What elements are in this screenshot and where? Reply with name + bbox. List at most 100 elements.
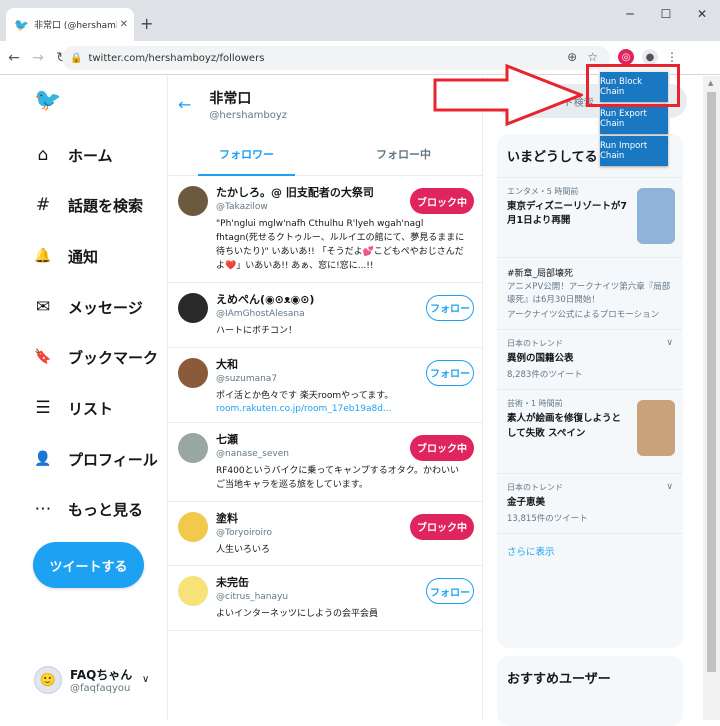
blocked-button[interactable]: ブロック中 xyxy=(410,434,474,461)
show-more-link[interactable]: さらに表示 xyxy=(497,534,683,568)
twitter-favicon-icon: 🐦 xyxy=(14,17,29,32)
user-row[interactable]: たかしろ。@ 旧支配者の大祭司 @Takazilow "Ph'nglui mgl… xyxy=(168,176,482,283)
user-bio: RF400というバイクに乗ってキャンプするオタク。かわいいご当地キャラを巡る旅を… xyxy=(216,465,459,490)
page-title: 非常口 xyxy=(209,90,252,107)
account-handle: @faqfaqyou xyxy=(70,683,131,694)
user-bio: ポイ活とか色々です 楽天roomやってます。 xyxy=(216,390,394,401)
url-text: twitter.com/hershamboyz/followers xyxy=(88,52,265,64)
nav-label: ブックマーク xyxy=(68,348,159,367)
trend-item[interactable]: 日本のトレンド 異例の国籍公表 8,283件のツイート ∨ xyxy=(497,330,683,391)
avatar xyxy=(178,432,208,463)
home-icon: ⌂ xyxy=(37,145,49,165)
bookmark-icon: 🔖 xyxy=(34,349,52,365)
nav-profile[interactable]: 👤 プロフィール xyxy=(34,446,158,472)
close-window-icon[interactable]: ✕ xyxy=(684,0,720,28)
trend-thumbnail xyxy=(637,400,675,457)
user-row[interactable]: 大和 @suzumana7 ポイ活とか色々です 楽天roomやってます。 roo… xyxy=(168,348,482,423)
trend-meta: 日本のトレンド xyxy=(507,339,563,349)
user-bio: 人生いろいろ xyxy=(216,544,271,555)
chevron-down-icon[interactable]: ∨ xyxy=(666,482,673,492)
nav-label: 話題を検索 xyxy=(68,196,144,215)
nav-label: ホーム xyxy=(68,146,113,165)
avatar xyxy=(178,357,208,388)
extension-icon[interactable]: ◎ xyxy=(618,49,634,65)
trend-thumbnail xyxy=(637,188,675,244)
avatar xyxy=(178,186,208,216)
trend-item[interactable]: 芸術・1 時間前 素人が絵画を修復しようとして失敗 スペイン xyxy=(497,390,683,475)
minimize-icon[interactable]: ─ xyxy=(612,0,648,28)
back-icon[interactable]: ← xyxy=(4,50,24,66)
nav-bookmarks[interactable]: 🔖 ブックマーク xyxy=(34,344,158,370)
left-nav: 🐦 ⌂ ホーム # 話題を検索 🔔 通知 ✉ メッセージ 🔖 ブックマーク ☰ … xyxy=(0,76,168,720)
lock-icon: 🔒 xyxy=(70,52,83,64)
nav-messages[interactable]: ✉ メッセージ xyxy=(34,294,143,320)
nav-notifications[interactable]: 🔔 通知 xyxy=(34,243,98,269)
scroll-up-icon[interactable]: ▲ xyxy=(708,79,713,87)
scrollbar[interactable]: ▲ xyxy=(703,76,720,720)
profile-handle: @hershamboyz xyxy=(209,109,288,121)
user-link[interactable]: room.rakuten.co.jp/room_17eb19a8d... xyxy=(216,404,472,414)
follow-button[interactable]: フォロー xyxy=(426,294,474,321)
nav-home[interactable]: ⌂ ホーム xyxy=(34,142,113,168)
nav-label: プロフィール xyxy=(68,450,158,469)
avatar: 🙂 xyxy=(34,666,62,694)
nav-lists[interactable]: ☰ リスト xyxy=(34,395,113,421)
followers-column: ← 非常口 @hershamboyz フォロワー フォロー中 たかしろ。@ 旧支… xyxy=(168,76,483,720)
user-bio: よいインターネッツにしようの会平会員 xyxy=(216,609,379,620)
hashtag-icon: # xyxy=(35,195,51,215)
recommend-heading: おすすめユーザー xyxy=(507,672,611,687)
trend-title: 金子恵美 xyxy=(507,497,546,509)
forward-icon[interactable]: → xyxy=(28,50,48,66)
run-export-chain-button[interactable]: Run Export Chain xyxy=(600,104,668,134)
back-arrow-icon[interactable]: ← xyxy=(178,95,191,114)
annotation-arrow-icon xyxy=(433,63,583,127)
trend-item[interactable]: エンタメ・5 時間前 東京ディズニーリゾートが7月1日より再開 xyxy=(497,178,683,258)
profile-icon[interactable]: ● xyxy=(642,49,658,65)
bell-icon: 🔔 xyxy=(34,248,52,264)
follow-button[interactable]: フォロー xyxy=(426,359,474,386)
trend-hashtag: #新章_局部壊死 xyxy=(507,269,574,279)
nav-more[interactable]: ⋯ もっと見る xyxy=(34,496,144,522)
trend-item[interactable]: #新章_局部壊死 アニメPV公開！アークナイツ第六章『局部壊死』は6月30日開始… xyxy=(497,258,683,331)
avatar xyxy=(178,511,208,542)
recommend-panel: おすすめユーザー xyxy=(497,656,683,726)
chevron-down-icon[interactable]: ∨ xyxy=(666,338,673,348)
tab-close-icon[interactable]: ✕ xyxy=(120,19,128,30)
tab-following[interactable]: フォロー中 xyxy=(325,132,482,175)
nav-label: メッセージ xyxy=(68,298,143,317)
nav-label: 通知 xyxy=(68,247,99,266)
user-row[interactable]: えめぺん(◉⊙ᴥ◉⊙) @IAmGhostAlesana ハートにボチコン！ フ… xyxy=(168,283,482,348)
annotation-highlight xyxy=(586,64,680,107)
blocked-button[interactable]: ブロック中 xyxy=(410,188,474,214)
more-icon: ⋯ xyxy=(34,499,52,519)
blocked-button[interactable]: ブロック中 xyxy=(410,513,474,540)
trend-item[interactable]: 日本のトレンド 金子恵美 13,815件のツイート ∨ xyxy=(497,474,683,535)
account-switcher[interactable]: 🙂 FAQちゃん @faqfaqyou ∨ xyxy=(34,666,149,694)
browser-tab[interactable]: 🐦 非常口 (@hershamboyz) さんを ✕ xyxy=(6,8,134,41)
follow-button[interactable]: フォロー xyxy=(426,578,474,605)
new-tab-icon[interactable]: + xyxy=(140,14,153,33)
profile-icon: 👤 xyxy=(34,451,52,467)
trend-meta: 日本のトレンド xyxy=(507,483,563,493)
star-icon[interactable]: ☆ xyxy=(587,50,598,64)
mail-icon: ✉ xyxy=(35,297,51,317)
run-import-chain-button[interactable]: Run Import Chain xyxy=(600,136,668,166)
promoted-label: アークナイツ公式によるプロモーション xyxy=(507,309,660,320)
scroll-thumb[interactable] xyxy=(707,92,716,672)
user-row[interactable]: 未完缶 @citrus_hanayu よいインターネッツにしようの会平会員 フォ… xyxy=(168,566,482,632)
nav-label: リスト xyxy=(68,399,114,418)
nav-explore[interactable]: # 話題を検索 xyxy=(34,192,143,218)
trend-count: 8,283件のツイート xyxy=(507,369,583,380)
user-row[interactable]: 塗料 @Toryoiroiro 人生いろいろ ブロック中 xyxy=(168,502,482,567)
right-sidebar: ⚲ キーワード検索 いまどうしてる？ エンタメ・5 時間前 東京ディズニーリゾー… xyxy=(497,76,689,726)
maximize-icon[interactable]: ☐ xyxy=(648,0,684,28)
menu-icon[interactable]: ⋮ xyxy=(666,50,678,64)
user-row[interactable]: 七瀬 @nanase_seven RF400というバイクに乗ってキャンプするオタ… xyxy=(168,423,482,502)
trend-title: 異例の国籍公表 xyxy=(507,353,574,365)
nav-label: もっと見る xyxy=(68,500,144,519)
tweet-button[interactable]: ツイートする xyxy=(33,542,144,588)
browser-tab-strip: 🐦 非常口 (@hershamboyz) さんを ✕ + ─ ☐ ✕ xyxy=(0,0,720,41)
tab-followers[interactable]: フォロワー xyxy=(168,132,325,176)
trends-panel: いまどうしてる？ エンタメ・5 時間前 東京ディズニーリゾートが7月1日より再開… xyxy=(497,134,683,648)
twitter-logo-icon[interactable]: 🐦 xyxy=(34,88,61,113)
